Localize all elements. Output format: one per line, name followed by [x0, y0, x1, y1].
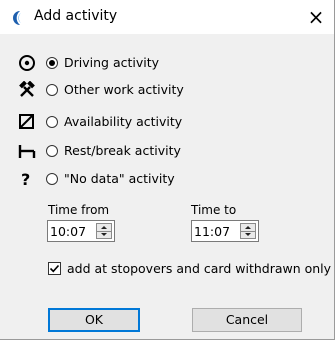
activity-label: Driving activity: [64, 55, 160, 70]
radio-rest[interactable]: [46, 145, 58, 157]
spin-down-icon[interactable]: [97, 231, 111, 238]
time-from-spinner[interactable]: [96, 223, 112, 239]
activity-label: Availability activity: [64, 114, 183, 129]
time-from-input[interactable]: [48, 221, 98, 241]
activity-label: Other work activity: [64, 82, 184, 97]
activity-label: "No data" activity: [64, 171, 175, 186]
spin-down-icon[interactable]: [241, 231, 255, 238]
hammers-icon: [19, 81, 35, 97]
time-to-spinner[interactable]: [240, 223, 256, 239]
activity-label: Rest/break activity: [64, 143, 181, 158]
radio-other-work[interactable]: [46, 84, 58, 96]
svg-text:?: ?: [21, 170, 30, 188]
time-to-input[interactable]: [192, 221, 242, 241]
question-mark-icon: ?: [21, 170, 30, 188]
activity-option-other-work[interactable]: Other work activity: [18, 81, 318, 101]
close-icon: ×: [307, 5, 325, 29]
bed-icon: [18, 145, 36, 158]
availability-box-icon: [19, 114, 34, 129]
activity-option-rest[interactable]: Rest/break activity: [18, 142, 318, 162]
close-button[interactable]: ×: [298, 0, 334, 34]
time-to-label: Time to: [191, 203, 237, 217]
app-logo-icon: [13, 11, 21, 25]
radio-availability[interactable]: [46, 116, 58, 128]
activity-option-driving[interactable]: Driving activity: [18, 54, 318, 74]
dialog-title: Add activity: [34, 8, 118, 24]
checkmark-icon: [49, 264, 60, 273]
time-to-field[interactable]: [191, 220, 259, 242]
time-from-label: Time from: [48, 203, 110, 217]
steering-wheel-icon: [19, 55, 35, 71]
time-from-field[interactable]: [47, 220, 115, 242]
radio-driving[interactable]: [46, 57, 58, 69]
ok-button[interactable]: OK: [48, 308, 140, 332]
activity-option-availability[interactable]: Availability activity: [18, 113, 318, 133]
title-bar: Add activity ×: [0, 0, 334, 34]
activity-option-no-data[interactable]: ? "No data" activity: [18, 170, 318, 190]
add-activity-dialog: Add activity × Driving activity Other wo…: [0, 0, 335, 340]
cancel-button[interactable]: Cancel: [192, 308, 302, 332]
stopover-checkbox[interactable]: [48, 262, 61, 275]
radio-no-data[interactable]: [46, 173, 58, 185]
stopover-checkbox-label: add at stopovers and card withdrawn only: [67, 261, 332, 276]
